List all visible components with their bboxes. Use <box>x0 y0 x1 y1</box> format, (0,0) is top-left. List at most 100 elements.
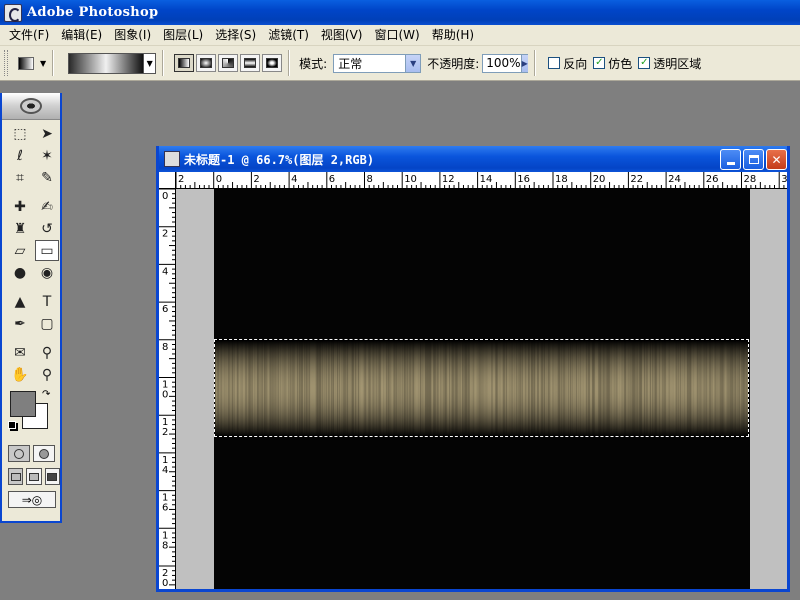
vertical-ruler[interactable]: 02468101214161820 <box>159 189 176 589</box>
clone-stamp-tool[interactable]: ♜ <box>8 218 32 239</box>
dither-checkbox[interactable]: ✓ 仿色 <box>593 55 632 72</box>
menu-help[interactable]: 帮助(H) <box>426 26 480 45</box>
reflected-gradient-button[interactable] <box>240 54 261 72</box>
standard-mode-button[interactable] <box>8 445 30 462</box>
linear-gradient-button[interactable] <box>174 54 195 72</box>
dodge-tool[interactable]: ◉ <box>35 262 59 283</box>
chevron-down-icon: ▼ <box>40 58 47 68</box>
quick-mask-button[interactable] <box>33 445 55 462</box>
angle-gradient-icon <box>222 58 235 68</box>
radial-gradient-button[interactable] <box>196 54 217 72</box>
ruler-label: 6 <box>162 503 168 514</box>
transparency-checkbox[interactable]: ✓ 透明区域 <box>638 55 701 72</box>
options-bar-grip[interactable] <box>4 50 8 76</box>
close-button[interactable]: ✕ <box>766 149 787 170</box>
dither-label: 仿色 <box>608 56 633 71</box>
menu-window[interactable]: 窗口(W) <box>368 26 425 45</box>
menu-image[interactable]: 图象(I) <box>108 26 157 45</box>
jump-to-imageready-button[interactable]: ⇒◎ <box>8 491 56 508</box>
lasso-tool[interactable]: ℓ <box>8 145 32 166</box>
magic-wand-tool[interactable]: ✶ <box>35 145 59 166</box>
marquee-icon: ⬚ <box>13 125 27 142</box>
maximize-button[interactable] <box>743 149 764 170</box>
standard-screen-button[interactable] <box>8 468 24 485</box>
adobe-online-icon[interactable] <box>20 98 42 114</box>
app-titlebar: Adobe Photoshop <box>0 0 800 25</box>
history-brush-icon: ↺ <box>41 220 53 237</box>
default-colors-icon[interactable] <box>8 421 16 429</box>
horizontal-ruler[interactable]: 2 0 2 4 6 8 10 12 14 16 18 20 22 24 26 28 3 <box>176 172 787 189</box>
menu-file[interactable]: 文件(F) <box>3 26 55 45</box>
tool-preset-picker[interactable]: ▼ <box>18 56 47 70</box>
pen-tool[interactable]: ✒ <box>8 313 32 334</box>
blur-tool[interactable]: ● <box>8 262 32 283</box>
ruler-label: 8 <box>162 342 168 353</box>
gradient-preview[interactable] <box>68 52 145 74</box>
marquee-selection[interactable] <box>214 339 749 437</box>
slice-tool[interactable]: ✎ <box>35 167 59 188</box>
ruler-origin[interactable] <box>159 172 176 189</box>
minimize-button[interactable] <box>720 149 741 170</box>
menu-filter[interactable]: 滤镜(T) <box>262 26 315 45</box>
reverse-checkbox-box[interactable] <box>548 57 561 69</box>
chevron-down-icon[interactable]: ▼ <box>405 54 421 72</box>
brush-tool[interactable]: ✍ <box>35 196 59 217</box>
notes-tool[interactable]: ✉ <box>8 342 32 363</box>
gradient-picker[interactable]: ▼ <box>68 52 157 74</box>
full-screen-button[interactable] <box>44 468 60 485</box>
full-screen-menu-button[interactable] <box>26 468 42 485</box>
document-icon <box>164 151 180 167</box>
rectangle-tool[interactable]: ▢ <box>35 313 59 334</box>
ruler-label: 2 <box>162 229 168 240</box>
reverse-checkbox[interactable]: 反向 <box>548 55 587 72</box>
swap-colors-icon[interactable]: ↷ <box>42 389 50 400</box>
eraser-tool[interactable]: ▱ <box>8 240 32 261</box>
zoom-tool[interactable]: ⚲ <box>35 364 59 385</box>
opacity-label: 不透明度: <box>427 56 480 71</box>
gradient-tool[interactable]: ▭ <box>35 240 59 261</box>
healing-brush-tool[interactable]: ✚ <box>8 196 32 217</box>
ruler-label: 3 <box>781 174 787 185</box>
notes-icon: ✉ <box>14 344 26 361</box>
ruler-label: 28 <box>744 174 757 185</box>
chevron-down-icon[interactable]: ▼ <box>144 52 157 74</box>
healing-brush-icon: ✚ <box>14 198 26 215</box>
chevron-right-icon[interactable]: ▶ <box>520 54 528 72</box>
eyedropper-tool[interactable]: ⚲ <box>35 342 59 363</box>
hand-tool[interactable]: ✋ <box>8 364 32 385</box>
mode-select[interactable]: 正常 ▼ <box>333 53 422 73</box>
menu-select[interactable]: 选择(S) <box>209 26 262 45</box>
image-canvas[interactable] <box>214 189 750 589</box>
full-screen-icon <box>47 472 58 481</box>
crop-icon: ⌗ <box>16 169 24 186</box>
opacity-input[interactable]: 100% ▶ <box>482 53 529 73</box>
move-icon: ➤ <box>41 125 53 142</box>
foreground-color-swatch[interactable] <box>10 391 36 417</box>
toolbox-header[interactable] <box>2 93 60 120</box>
diamond-gradient-button[interactable] <box>262 54 283 72</box>
canvas-area[interactable] <box>176 189 787 589</box>
divider <box>52 50 55 76</box>
document-window: 未标题-1 @ 66.7%(图层 2,RGB) ✕ 2 0 2 4 6 8 10 12 14 16… <box>156 146 790 592</box>
marquee-tool[interactable]: ⬚ <box>8 123 32 144</box>
eraser-icon: ▱ <box>14 242 26 259</box>
crop-tool[interactable]: ⌗ <box>8 167 32 188</box>
history-brush-tool[interactable]: ↺ <box>35 218 59 239</box>
path-selection-tool[interactable]: ▲ <box>8 291 32 312</box>
transparency-checkbox-box[interactable]: ✓ <box>638 57 651 69</box>
ruler-label: 2 <box>162 427 168 438</box>
ruler-label: 4 <box>291 174 297 185</box>
full-screen-menu-icon <box>28 472 39 481</box>
type-tool[interactable]: T <box>35 291 59 312</box>
menu-view[interactable]: 视图(V) <box>315 26 369 45</box>
ruler-label: 4 <box>162 465 168 476</box>
ruler-label: 12 <box>442 174 455 185</box>
document-titlebar[interactable]: 未标题-1 @ 66.7%(图层 2,RGB) ✕ <box>159 146 787 172</box>
options-bar: ▼ ▼ 模式: 正常 ▼ 不透明度: 100% ▶ 反向 ✓ 仿色 ✓ 透明区域 <box>0 46 800 81</box>
dodge-icon: ◉ <box>40 264 54 281</box>
menu-edit[interactable]: 编辑(E) <box>55 26 108 45</box>
angle-gradient-button[interactable] <box>218 54 239 72</box>
dither-checkbox-box[interactable]: ✓ <box>593 57 606 69</box>
move-tool[interactable]: ➤ <box>35 123 59 144</box>
menu-layer[interactable]: 图层(L) <box>157 26 209 45</box>
